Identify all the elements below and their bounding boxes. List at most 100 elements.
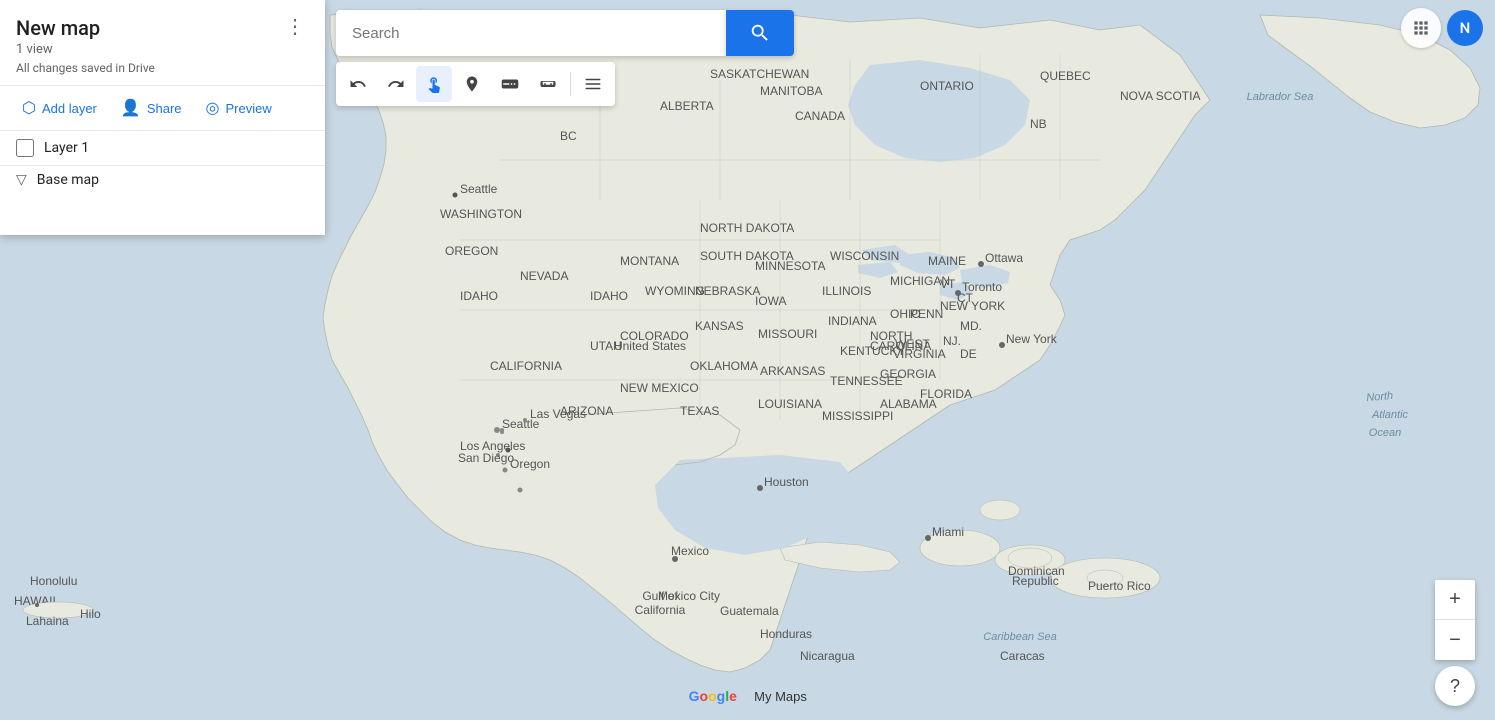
measure-icon (539, 75, 557, 93)
measure-button[interactable] (530, 66, 566, 102)
svg-text:Honduras: Honduras (760, 627, 812, 641)
svg-text:MONTANA: MONTANA (620, 254, 679, 268)
base-map-label: Base map (37, 172, 99, 188)
redo-button[interactable] (378, 66, 414, 102)
svg-text:KANSAS: KANSAS (695, 319, 744, 333)
svg-text:Lahaina: Lahaina (26, 614, 69, 628)
svg-text:Ottawa: Ottawa (985, 251, 1023, 265)
svg-text:WASHINGTON: WASHINGTON (440, 207, 522, 221)
panel-header: New map 1 view ⋮ (0, 0, 325, 61)
svg-text:ILLINOIS: ILLINOIS (822, 284, 871, 298)
google-my-maps-logo: Google My Maps (688, 686, 807, 706)
share-icon: 👤 (121, 98, 141, 118)
preview-icon: ◎ (206, 98, 220, 118)
svg-text:Seattle: Seattle (460, 182, 498, 196)
svg-text:Caracas: Caracas (1000, 649, 1045, 663)
search-input[interactable] (336, 10, 726, 56)
svg-text:North: North (1366, 390, 1394, 404)
svg-text:ALBERTA: ALBERTA (660, 99, 714, 113)
base-map-icon: ▽ (16, 172, 27, 188)
svg-text:LOUISIANA: LOUISIANA (758, 397, 822, 411)
avatar[interactable]: N (1447, 10, 1483, 46)
svg-text:WISCONSIN: WISCONSIN (830, 249, 899, 263)
svg-text:GEORGIA: GEORGIA (880, 367, 936, 381)
svg-text:NOVA SCOTIA: NOVA SCOTIA (1120, 89, 1200, 103)
undo-button[interactable] (340, 66, 376, 102)
svg-text:INDIANA: INDIANA (828, 314, 877, 328)
zoom-in-button[interactable]: + (1435, 580, 1475, 620)
svg-text:Toronto: Toronto (962, 280, 1002, 294)
panel-saved-text: All changes saved in Drive (0, 61, 325, 85)
svg-text:Ocean: Ocean (1369, 427, 1401, 439)
svg-text:NB: NB (1030, 117, 1047, 131)
svg-text:NORTH DAKOTA: NORTH DAKOTA (700, 221, 794, 235)
toolbar-separator (570, 72, 571, 96)
svg-text:MISSISSIPPI: MISSISSIPPI (822, 409, 893, 423)
svg-text:TEXAS: TEXAS (680, 404, 719, 418)
svg-text:Oregon: Oregon (510, 457, 550, 471)
hand-icon (425, 75, 443, 93)
svg-text:DE: DE (960, 347, 977, 361)
svg-text:Guatemala: Guatemala (720, 604, 779, 618)
svg-text:Hilo: Hilo (80, 607, 101, 621)
svg-text:MANITOBA: MANITOBA (760, 84, 822, 98)
svg-text:COLORADO: COLORADO (620, 329, 689, 343)
search-bar (336, 10, 794, 56)
my-maps-text: My Maps (754, 689, 807, 704)
apps-icon (1411, 18, 1431, 38)
help-button[interactable]: ? (1435, 666, 1475, 706)
line-button[interactable] (492, 66, 528, 102)
svg-text:VT: VT (940, 277, 956, 291)
svg-text:QUEBEC: QUEBEC (1040, 69, 1091, 83)
apps-button[interactable] (1401, 8, 1441, 48)
redo-icon (387, 75, 405, 93)
svg-text:NEBRASKA: NEBRASKA (695, 284, 760, 298)
top-bar: N (1389, 0, 1495, 56)
panel-more-button[interactable]: ⋮ (281, 14, 309, 39)
svg-text:CANADA: CANADA (795, 109, 845, 123)
svg-text:SASKATCHEWAN: SASKATCHEWAN (710, 67, 809, 81)
svg-text:Honolulu: Honolulu (30, 574, 77, 588)
svg-text:MINNESOTA: MINNESOTA (755, 259, 825, 273)
svg-text:Mexico: Mexico (671, 544, 709, 558)
svg-text:CALIFORNIA: CALIFORNIA (490, 359, 562, 373)
line-icon (501, 75, 519, 93)
svg-text:Google: Google (688, 688, 736, 704)
svg-text:IDAHO: IDAHO (590, 289, 628, 303)
add-layer-button[interactable]: ⬡ Add layer (12, 92, 107, 124)
zoom-out-button[interactable]: − (1435, 620, 1475, 660)
svg-text:MD.: MD. (960, 319, 982, 333)
preview-label: Preview (225, 101, 271, 116)
marker-icon (463, 75, 481, 93)
zoom-controls: + − (1435, 580, 1475, 660)
preview-button[interactable]: ◎ Preview (196, 92, 282, 124)
svg-text:NEW MEXICO: NEW MEXICO (620, 381, 699, 395)
search-button[interactable] (726, 10, 794, 56)
layer-row: Layer 1 (0, 131, 325, 165)
share-button[interactable]: 👤 Share (111, 92, 192, 124)
marker-button[interactable] (454, 66, 490, 102)
svg-text:CAROLINA: CAROLINA (870, 339, 931, 353)
avatar-letter: N (1460, 19, 1471, 37)
more-tools-button[interactable] (575, 66, 611, 102)
add-layer-icon: ⬡ (22, 98, 36, 118)
svg-text:MAINE: MAINE (928, 254, 966, 268)
svg-text:FLORIDA: FLORIDA (920, 387, 972, 401)
add-layer-label: Add layer (42, 101, 97, 116)
svg-text:ARKANSAS: ARKANSAS (760, 364, 825, 378)
help-icon: ? (1450, 676, 1460, 697)
svg-text:Miami: Miami (932, 525, 964, 539)
layer-name: Layer 1 (44, 140, 309, 156)
svg-text:ARIZONA: ARIZONA (560, 404, 613, 418)
svg-text:BC: BC (560, 129, 577, 143)
svg-text:OKLAHOMA: OKLAHOMA (690, 359, 758, 373)
share-label: Share (147, 101, 182, 116)
svg-text:NJ.: NJ. (943, 334, 961, 348)
layer-checkbox[interactable] (16, 139, 34, 157)
svg-text:California: California (635, 603, 686, 617)
svg-text:Atlantic: Atlantic (1371, 409, 1409, 421)
panel-title: New map (16, 16, 100, 40)
hand-tool-button[interactable] (416, 66, 452, 102)
google-logo-svg: Google (688, 686, 750, 706)
svg-text:Puerto Rico: Puerto Rico (1088, 579, 1151, 593)
